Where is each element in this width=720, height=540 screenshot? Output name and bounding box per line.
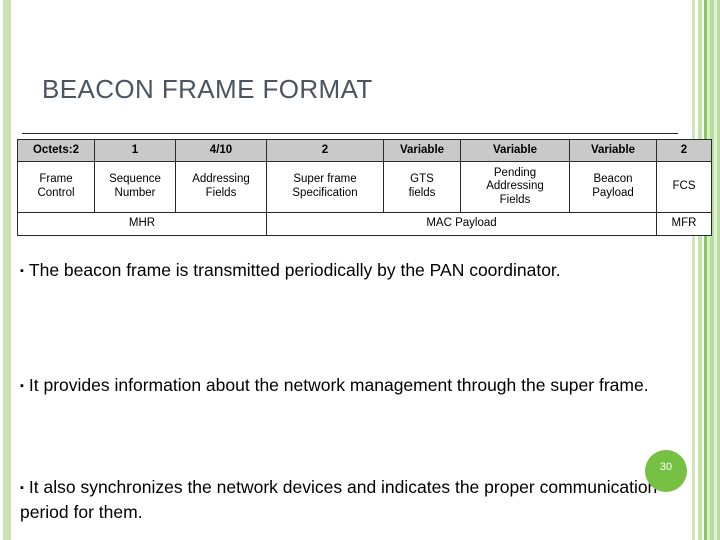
group-cell-mfr: MFR [656, 212, 712, 236]
table-row-octets: Octets:2 1 4/10 2 Variable Variable Vari… [17, 139, 712, 162]
field-cell-frame-control: Frame Control [17, 161, 95, 213]
table-row-field-names: Frame Control Sequence Number Addressing Fi… [17, 161, 712, 213]
field-cell-superframe-spec: Super frame Specification [266, 161, 384, 213]
bullet-text-2: It provides information about the networ… [28, 375, 649, 395]
left-accent-stripe [3, 0, 11, 540]
field-cell-addressing-fields: Addressing Fields [175, 161, 267, 213]
group-cell-mhr: MHR [17, 212, 267, 236]
field-cell-fcs: FCS [656, 161, 712, 213]
octets-cell-4: Variable [383, 139, 461, 162]
group-cell-mac-payload: MAC Payload [266, 212, 657, 236]
table-row-groups: MHR MAC Payload MFR [17, 212, 712, 236]
field-cell-sequence-number: Sequence Number [94, 161, 176, 213]
bullet-marker-icon: ▪ [20, 380, 24, 392]
bullet-marker-icon: ▪ [20, 482, 24, 494]
octets-cell-2: 4/10 [175, 139, 267, 162]
beacon-frame-format-table: Octets:2 1 4/10 2 Variable Variable Vari… [17, 139, 712, 236]
slide: BEACON FRAME FORMAT Octets:2 1 4/10 2 Va… [0, 0, 720, 540]
field-cell-beacon-payload: Beacon Payload [569, 161, 657, 213]
octets-cell-3: 2 [266, 139, 384, 162]
bullet-item-2: ▪ It provides information about the netwo… [20, 373, 670, 398]
octets-cell-5: Variable [460, 139, 570, 162]
field-cell-gts-fields: GTS fields [383, 161, 461, 213]
bullet-marker-icon: ▪ [20, 265, 24, 277]
bullet-text-3: It also synchronizes the network devices… [20, 477, 658, 522]
page-title: BEACON FRAME FORMAT [42, 74, 373, 104]
bullet-item-1: ▪ The beacon frame is transmitted periodi… [20, 258, 670, 283]
octets-cell-1: 1 [94, 139, 176, 162]
field-cell-pending-addressing: Pending Addressing Fields [460, 161, 570, 213]
octets-cell-6: Variable [569, 139, 657, 162]
page-number-badge: 30 [645, 450, 687, 492]
octets-cell-0: Octets:2 [17, 139, 95, 162]
title-divider [22, 133, 678, 134]
octets-cell-7: 2 [656, 139, 712, 162]
bullet-item-3: ▪ It also synchronizes the network device… [20, 475, 670, 525]
bullet-text-1: The beacon frame is transmitted periodic… [28, 260, 561, 280]
